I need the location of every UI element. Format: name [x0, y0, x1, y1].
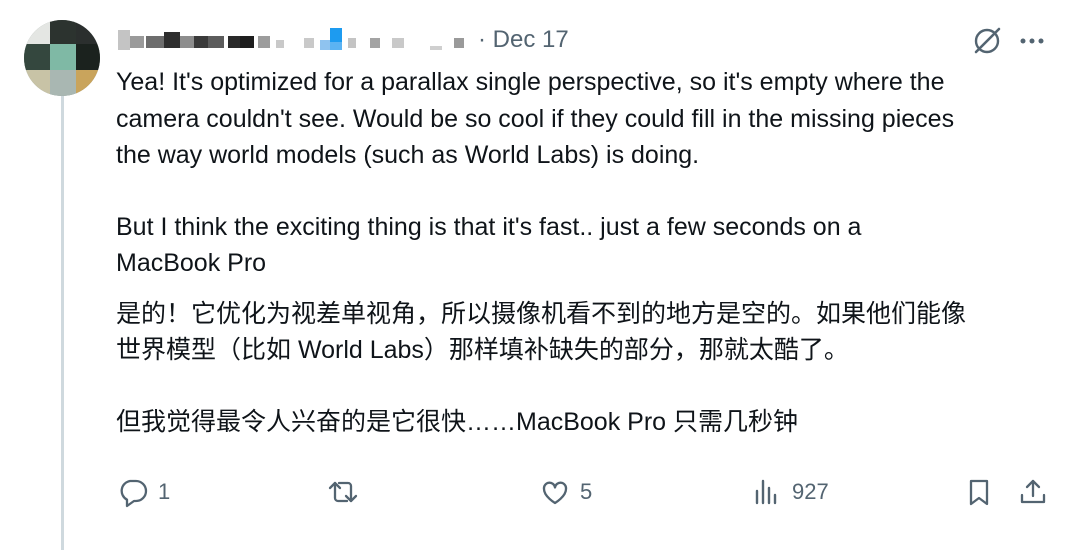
views-icon — [755, 479, 777, 505]
bookmark-icon — [969, 479, 989, 506]
text-line: But I think the exciting thing is that i… — [116, 212, 862, 241]
more-icon — [1020, 38, 1044, 44]
translation-line: 是的！它优化为视差单视角，所以摄像机看不到的地方是空的。如果他们能像 — [116, 299, 967, 328]
text-line: camera couldn't see. Would be so cool if… — [116, 104, 955, 133]
reply-button[interactable]: 1 — [116, 472, 170, 512]
reply-count: 1 — [158, 479, 171, 504]
tweet-header: · Dec 17 — [116, 20, 1066, 60]
like-button[interactable]: 5 — [538, 472, 592, 512]
text-line: the way world models (such as World Labs… — [116, 141, 700, 169]
bookmark-button[interactable] — [962, 472, 996, 512]
share-button[interactable] — [1016, 472, 1050, 512]
translation-line: 但我觉得最令人兴奋的是它很快……MacBook Pro 只需几秒钟 — [116, 407, 799, 436]
retweet-button[interactable] — [326, 472, 368, 512]
grok-icon — [974, 27, 1001, 54]
share-icon — [1020, 479, 1046, 504]
text-line: MacBook Pro — [116, 249, 267, 277]
grok-button[interactable] — [969, 22, 1005, 58]
avatar[interactable] — [24, 20, 100, 96]
more-options-button[interactable] — [1014, 22, 1050, 58]
tweet-text: Yea! It's optimized for a parallax singl… — [116, 64, 1066, 440]
text-line: Yea! It's optimized for a parallax singl… — [116, 68, 945, 96]
author-name-redacted[interactable] — [116, 28, 476, 52]
like-count: 5 — [580, 479, 593, 504]
heart-icon — [542, 481, 568, 505]
tweet-card[interactable]: · Dec 17 Yea! It's optimized for a paral… — [0, 0, 1084, 550]
action-bar: 1 5 927 — [116, 472, 1056, 512]
thread-connector-line — [61, 96, 64, 550]
translation-line: 世界模型（比如 World Labs）那样填补缺失的部分，那就太酷了。 — [116, 335, 849, 364]
tweet-date[interactable]: · Dec 17 — [478, 26, 569, 54]
views-button[interactable]: 927 — [750, 472, 829, 512]
retweet-icon — [328, 481, 358, 503]
reply-icon — [120, 479, 148, 508]
views-count: 927 — [792, 479, 829, 504]
